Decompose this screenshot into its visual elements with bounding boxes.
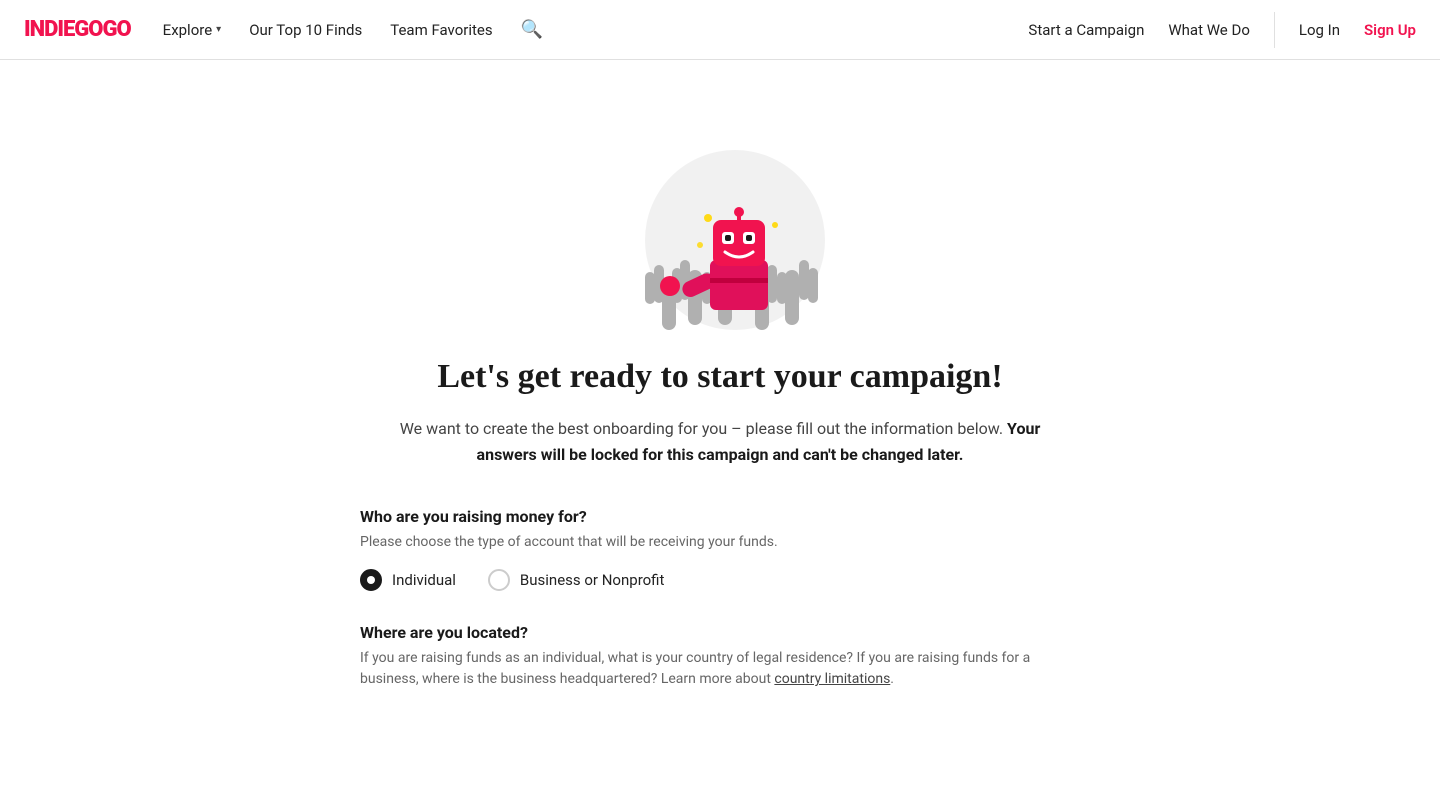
logo[interactable]: indiegogo (24, 17, 131, 42)
fund-recipient-description: Please choose the type of account that w… (360, 532, 1080, 553)
fund-recipient-group: Who are you raising money for? Please ch… (360, 507, 1080, 591)
business-radio[interactable] (488, 569, 510, 591)
page-subtitle: We want to create the best onboarding fo… (380, 416, 1060, 467)
nav-explore[interactable]: Explore ▾ (163, 21, 222, 39)
fund-recipient-question: Who are you raising money for? (360, 507, 1080, 526)
nav-what-we-do[interactable]: What We Do (1168, 21, 1250, 39)
login-button[interactable]: Log In (1299, 21, 1340, 39)
business-option[interactable]: Business or Nonprofit (488, 569, 664, 591)
search-button[interactable]: 🔍 (521, 19, 543, 40)
country-limitations-link[interactable]: country limitations (774, 671, 890, 687)
navbar: indiegogo Explore ▾ Our Top 10 Finds Tea… (0, 0, 1440, 60)
location-question: Where are you located? (360, 623, 1080, 642)
nav-right: Start a Campaign What We Do Log In Sign … (1028, 12, 1416, 48)
hero-illustration (570, 100, 870, 330)
fund-recipient-options: Individual Business or Nonprofit (360, 569, 1080, 591)
location-group: Where are you located? If you are raisin… (360, 623, 1080, 690)
campaign-form: Who are you raising money for? Please ch… (360, 507, 1080, 722)
nav-team-favorites[interactable]: Team Favorites (390, 21, 492, 39)
nav-top10[interactable]: Our Top 10 Finds (249, 21, 362, 39)
nav-start-campaign[interactable]: Start a Campaign (1028, 21, 1144, 39)
signup-button[interactable]: Sign Up (1364, 21, 1416, 39)
nav-left: Explore ▾ Our Top 10 Finds Team Favorite… (163, 19, 1029, 40)
search-icon: 🔍 (521, 19, 543, 39)
page-title: Let's get ready to start your campaign! (437, 358, 1002, 396)
main-content: Let's get ready to start your campaign! … (0, 60, 1440, 782)
nav-divider (1274, 12, 1275, 48)
chevron-down-icon: ▾ (216, 24, 221, 35)
location-description: If you are raising funds as an individua… (360, 648, 1080, 690)
individual-radio[interactable] (360, 569, 382, 591)
individual-option[interactable]: Individual (360, 569, 456, 591)
